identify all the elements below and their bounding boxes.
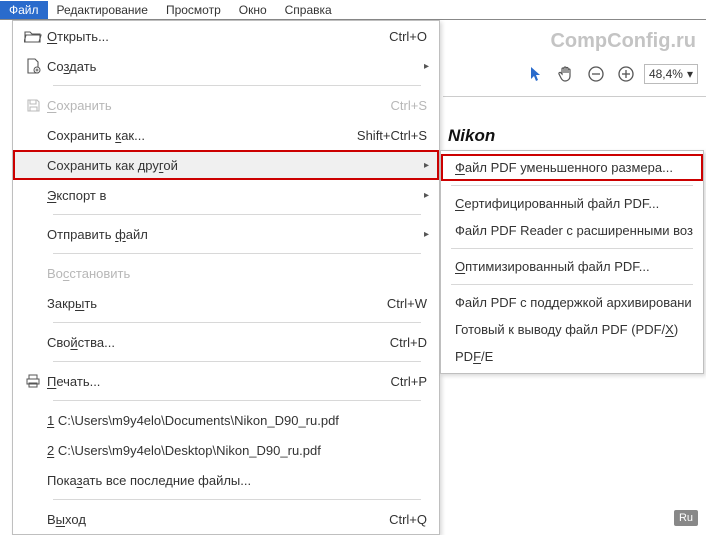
menu-open-label: Открыть... — [47, 29, 389, 44]
submenu-reader-extended-pdf[interactable]: Файл PDF Reader с расширенными воз — [441, 217, 703, 244]
menu-recent-1-label: 1 C:\Users\m9y4elo\Documents\Nikon_D90_r… — [47, 413, 427, 428]
toolbar-right: 48,4% ▾ — [524, 62, 698, 86]
menu-exit[interactable]: Выход Ctrl+Q — [13, 504, 439, 534]
submenu-reduced-size-pdf[interactable]: Файл PDF уменьшенного размера... — [441, 154, 703, 181]
menu-separator — [53, 499, 421, 500]
submenu-separator — [451, 185, 693, 186]
file-menu-dropdown: Открыть... Ctrl+O Создать ▸ Сохранить Ct… — [12, 20, 440, 535]
submenu-arrow-icon: ▸ — [424, 160, 429, 171]
menu-close-label: Закрыть — [47, 296, 387, 311]
menu-save-label: Сохранить — [47, 98, 391, 113]
document-brand-text: Nikon — [448, 126, 495, 146]
menu-separator — [53, 85, 421, 86]
submenu-optimized-pdf[interactable]: Оптимизированный файл PDF... — [441, 253, 703, 280]
zoom-out-icon[interactable] — [584, 62, 608, 86]
menu-save: Сохранить Ctrl+S — [13, 90, 439, 120]
submenu-arrow-icon: ▸ — [424, 229, 429, 240]
menu-separator — [53, 214, 421, 215]
menu-recent-1[interactable]: 1 C:\Users\m9y4elo\Documents\Nikon_D90_r… — [13, 405, 439, 435]
submenu-arrow-icon: ▸ — [424, 61, 429, 72]
menu-print-label: Печать... — [47, 374, 391, 389]
menu-export[interactable]: Экспорт в ▸ — [13, 180, 439, 210]
menu-view[interactable]: Просмотр — [157, 1, 230, 19]
menu-save-shortcut: Ctrl+S — [391, 98, 427, 113]
menu-exit-shortcut: Ctrl+Q — [389, 512, 427, 527]
menu-file[interactable]: Файл — [0, 1, 48, 19]
printer-icon — [19, 373, 47, 389]
hand-tool-icon[interactable] — [554, 62, 578, 86]
zoom-level-dropdown[interactable]: 48,4% ▾ — [644, 64, 698, 84]
menu-show-all-recent-label: Показать все последние файлы... — [47, 473, 427, 488]
submenu-separator — [451, 284, 693, 285]
menu-separator — [53, 322, 421, 323]
menu-send-file-label: Отправить файл — [47, 227, 427, 242]
menu-recent-2-label: 2 C:\Users\m9y4elo\Desktop\Nikon_D90_ru.… — [47, 443, 427, 458]
menu-send-file[interactable]: Отправить файл ▸ — [13, 219, 439, 249]
menu-save-as[interactable]: Сохранить как... Shift+Ctrl+S — [13, 120, 439, 150]
menu-save-as-label: Сохранить как... — [47, 128, 357, 143]
toolbar-separator — [443, 96, 706, 97]
submenu-arrow-icon: ▸ — [424, 190, 429, 201]
menu-open-shortcut: Ctrl+O — [389, 29, 427, 44]
chevron-down-icon: ▾ — [687, 67, 693, 81]
menu-create[interactable]: Создать ▸ — [13, 51, 439, 81]
submenu-separator — [451, 248, 693, 249]
menu-export-label: Экспорт в — [47, 188, 427, 203]
menu-save-as-shortcut: Shift+Ctrl+S — [357, 128, 427, 143]
menu-properties[interactable]: Свойства... Ctrl+D — [13, 327, 439, 357]
submenu-pdf-e[interactable]: PDF/E — [441, 343, 703, 370]
menu-separator — [53, 400, 421, 401]
file-new-icon — [19, 58, 47, 74]
menu-restore: Восстановить — [13, 258, 439, 288]
menubar: Файл Редактирование Просмотр Окно Справк… — [0, 0, 706, 20]
menu-save-as-other[interactable]: Сохранить как другой ▸ — [13, 150, 439, 180]
zoom-value: 48,4% — [649, 67, 683, 81]
cursor-tool-icon[interactable] — [524, 62, 548, 86]
menu-open[interactable]: Открыть... Ctrl+O — [13, 21, 439, 51]
watermark-text: CompConfig.ru — [550, 30, 696, 53]
menu-exit-label: Выход — [47, 512, 389, 527]
folder-open-icon — [19, 29, 47, 43]
menu-recent-2[interactable]: 2 C:\Users\m9y4elo\Desktop\Nikon_D90_ru.… — [13, 435, 439, 465]
save-as-other-submenu: Файл PDF уменьшенного размера... Сертифи… — [440, 150, 704, 374]
submenu-print-ready-pdf[interactable]: Готовый к выводу файл PDF (PDF/X) — [441, 316, 703, 343]
menu-show-all-recent[interactable]: Показать все последние файлы... — [13, 465, 439, 495]
menu-restore-label: Восстановить — [47, 266, 427, 281]
menu-print-shortcut: Ctrl+P — [391, 374, 427, 389]
menu-separator — [53, 253, 421, 254]
save-disk-icon — [19, 98, 47, 113]
menu-help[interactable]: Справка — [276, 1, 341, 19]
menu-properties-label: Свойства... — [47, 335, 390, 350]
menu-close[interactable]: Закрыть Ctrl+W — [13, 288, 439, 318]
menu-separator — [53, 361, 421, 362]
menu-close-shortcut: Ctrl+W — [387, 296, 427, 311]
menu-save-as-other-label: Сохранить как другой — [47, 158, 427, 173]
submenu-certified-pdf[interactable]: Сертифицированный файл PDF... — [441, 190, 703, 217]
submenu-archive-pdf[interactable]: Файл PDF с поддержкой архивировани — [441, 289, 703, 316]
zoom-in-icon[interactable] — [614, 62, 638, 86]
menu-edit[interactable]: Редактирование — [48, 1, 157, 19]
menu-create-label: Создать — [47, 59, 427, 74]
language-badge: Ru — [674, 510, 698, 526]
menu-print[interactable]: Печать... Ctrl+P — [13, 366, 439, 396]
menu-properties-shortcut: Ctrl+D — [390, 335, 427, 350]
menu-window[interactable]: Окно — [230, 1, 276, 19]
